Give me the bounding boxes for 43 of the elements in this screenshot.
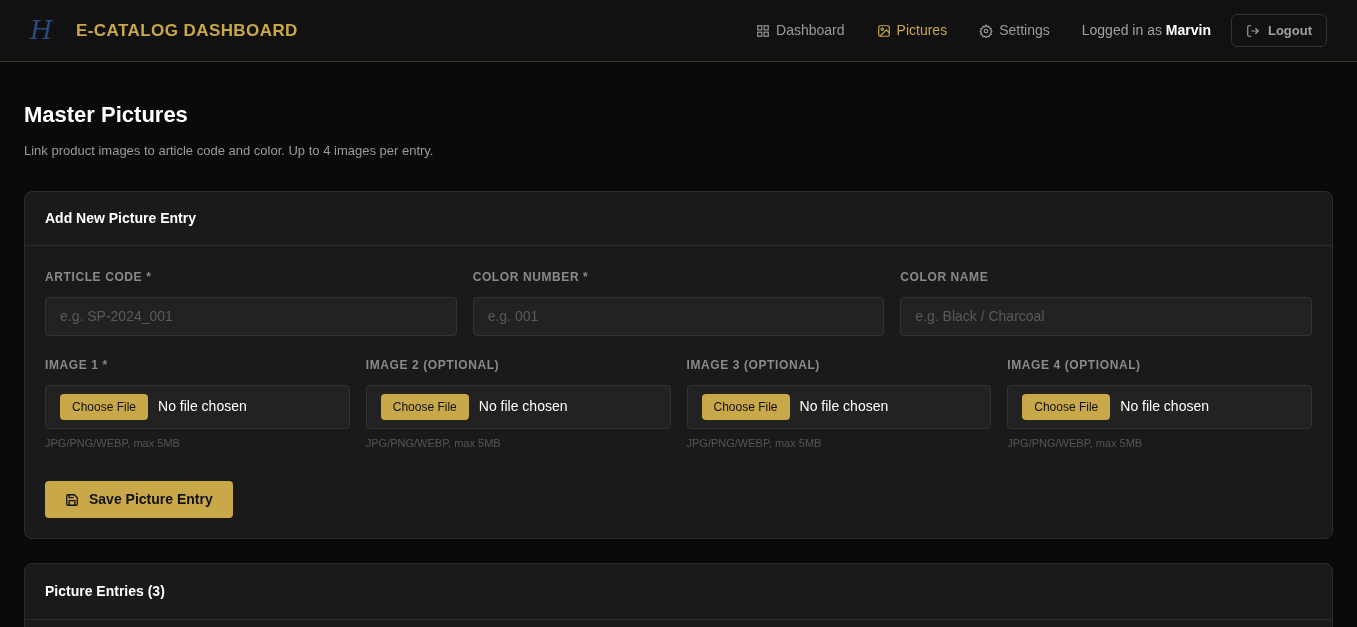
text-field[interactable]: e.g. 001 <box>472 296 885 336</box>
file-field[interactable]: Choose File No file chosen <box>365 384 671 429</box>
file-hint: JPG/PNG/WEBP, max 5MB <box>45 435 181 451</box>
text-field[interactable]: e.g. Black / Charcoal <box>900 296 1312 336</box>
logout-icon <box>1245 23 1260 38</box>
logout-button[interactable]: Logout <box>1230 14 1327 47</box>
field-label: IMAGE 2 (OPTIONAL) <box>365 356 501 374</box>
settings-icon <box>979 23 994 38</box>
field-label: IMAGE 3 (OPTIONAL) <box>686 356 821 374</box>
file-hint: JPG/PNG/WEBP, max 5MB <box>686 435 823 451</box>
file-status: No file chosen <box>158 397 247 416</box>
save-button[interactable]: Save Picture Entry <box>45 481 233 518</box>
card-title: Add New Picture Entry <box>45 208 196 228</box>
card-title: Picture Entries (3) <box>45 582 165 601</box>
field-label: ARTICLE CODE * <box>45 268 153 286</box>
nav-link[interactable]: Settings <box>979 20 1050 41</box>
file-field[interactable]: Choose File No file chosen <box>45 384 350 429</box>
choose-file-button[interactable]: Choose File <box>1022 393 1111 420</box>
field-label: IMAGE 1 * <box>45 356 109 374</box>
file-field[interactable]: Choose File No file chosen <box>1007 384 1312 429</box>
choose-file-button[interactable]: Choose File <box>60 393 149 420</box>
logo-icon: H <box>30 11 60 50</box>
file-status: No file chosen <box>799 397 889 416</box>
file-field[interactable]: Choose File No file chosen <box>686 384 992 429</box>
nav-link[interactable]: Pictures <box>876 20 948 41</box>
choose-file-button[interactable]: Choose File <box>380 393 469 420</box>
choose-file-button[interactable]: Choose File <box>701 393 790 420</box>
grid-icon <box>756 23 771 38</box>
save-icon <box>65 492 79 507</box>
file-hint: JPG/PNG/WEBP, max 5MB <box>1007 435 1144 451</box>
file-hint: JPG/PNG/WEBP, max 5MB <box>365 435 502 451</box>
page-title: Master Pictures <box>24 101 189 129</box>
field-label: COLOR NAME <box>900 268 990 286</box>
file-status: No file chosen <box>478 397 568 416</box>
field-label: IMAGE 4 (OPTIONAL) <box>1007 356 1142 374</box>
text-field[interactable]: e.g. SP-2024_001 <box>45 296 457 336</box>
page-subtitle: Link product images to article code and color. Up to 4 images per entry. <box>24 142 435 160</box>
field-label: COLOR NUMBER * <box>472 268 590 286</box>
logged-in-text: Logged in as Marvin <box>1081 21 1211 40</box>
image-icon <box>876 23 891 38</box>
app-title: E-CATALOG DASHBOARD <box>76 19 298 42</box>
nav-link[interactable]: Dashboard <box>756 20 845 41</box>
file-status: No file chosen <box>1120 397 1209 416</box>
